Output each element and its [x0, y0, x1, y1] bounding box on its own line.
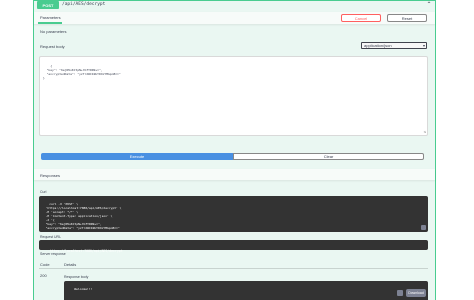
request-body-editor[interactable]: { "key": "6ejN5oKCtpN+7mfYDN9+=", "encry… [39, 56, 428, 136]
curl-command: curl -X 'POST' \ 'https://localhost:7080… [45, 202, 122, 230]
column-code: Code [40, 262, 50, 267]
parameters-header: Parameters Cancel Reset [34, 12, 435, 24]
tab-parameters[interactable]: Parameters [40, 15, 61, 20]
no-parameters-text: No parameters [40, 29, 67, 34]
request-url-block: https://localhost:7080/api/AES/decrypt [39, 240, 428, 253]
response-body-block: Welcome!!! Download [64, 281, 428, 300]
operation-summary[interactable]: POST /api/AES/decrypt ⌃ [34, 1, 435, 10]
request-url-label: Request URL [40, 235, 62, 239]
request-body-value: { "key": "6ejN5oKCtpN+7mfYDN9+=", "encry… [43, 64, 121, 80]
responses-title: Responses [40, 173, 61, 178]
response-body-value: Welcome!!! [74, 287, 93, 291]
copy-icon[interactable] [397, 290, 403, 296]
chevron-up-icon[interactable]: ⌃ [425, 1, 433, 9]
status-code: 200 [40, 273, 47, 278]
column-details: Details [64, 262, 77, 267]
curl-label: Curl [40, 190, 47, 194]
content-type-select[interactable]: application/json ▾ [361, 42, 427, 49]
response-table-header: Code Details [39, 260, 428, 269]
download-button[interactable]: Download [406, 289, 426, 297]
copy-icon[interactable] [421, 225, 426, 230]
reset-button[interactable]: Reset [387, 14, 427, 22]
response-body-label: Response body [64, 275, 89, 279]
content-type-value: application/json [364, 43, 392, 48]
cancel-button[interactable]: Cancel [341, 14, 381, 22]
execute-row: Execute Clear [41, 153, 424, 160]
clear-button[interactable]: Clear [233, 153, 424, 160]
curl-code-block[interactable]: curl -X 'POST' \ 'https://localhost:7080… [39, 196, 428, 232]
tab-underline [38, 22, 62, 24]
chevron-down-icon: ▾ [422, 43, 425, 48]
responses-header: Responses [34, 169, 435, 180]
server-response-label: Server response [40, 252, 66, 256]
operation-block: POST /api/AES/decrypt ⌃ Parameters Cance… [33, 0, 436, 300]
resize-handle-icon[interactable]: ⇲ [424, 130, 426, 134]
method-badge: POST [37, 1, 59, 9]
request-body-label: Request body [40, 44, 65, 49]
execute-button[interactable]: Execute [41, 153, 233, 160]
operation-path: /api/AES/decrypt [62, 2, 106, 7]
